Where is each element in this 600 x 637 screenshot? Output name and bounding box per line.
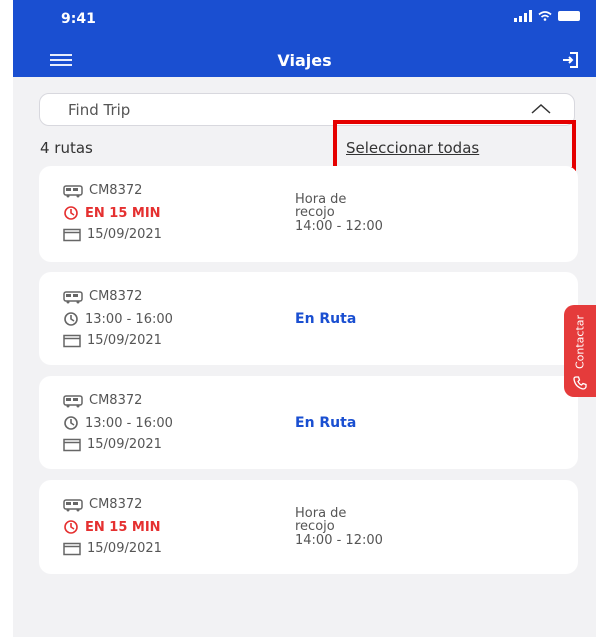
calendar-icon [63, 228, 81, 241]
status-icons [514, 10, 580, 22]
clock-icon [64, 416, 78, 430]
contact-label: Contactar [573, 314, 587, 369]
highlight-box [333, 120, 576, 171]
clock-icon [64, 520, 78, 534]
pickup-label: Hora de recojo [295, 192, 347, 220]
trip-code-row: CM8372 [63, 289, 142, 304]
trip-code: CM8372 [89, 393, 143, 408]
chevron-up-icon[interactable] [530, 103, 552, 115]
bus-icon [63, 394, 83, 407]
trip-card[interactable]: CM8372 EN 15 MIN 15/09/2021 Hora de reco… [39, 480, 578, 574]
bus-icon [63, 290, 83, 303]
trip-date: 15/09/2021 [87, 437, 162, 452]
trip-card[interactable]: CM8372 13:00 - 16:00 15/09/2021 En Ruta [39, 272, 578, 365]
trip-card[interactable]: CM8372 13:00 - 16:00 15/09/2021 En Ruta [39, 376, 578, 469]
pickup-time: 14:00 - 12:00 [295, 533, 383, 548]
contact-button[interactable]: Contactar [564, 305, 596, 397]
trip-status: En Ruta [295, 311, 357, 327]
trip-status: En Ruta [295, 415, 357, 431]
app-screen: 9:41 Viajes Find Trip 4 rutas Selecciona… [13, 0, 596, 637]
trip-date-row: 15/09/2021 [63, 227, 162, 242]
search-placeholder: Find Trip [68, 101, 131, 119]
trip-time-row: 13:00 - 16:00 [63, 311, 173, 327]
trip-date-row: 15/09/2021 [63, 541, 162, 556]
page-title: Viajes [277, 51, 332, 70]
clock-icon [64, 312, 78, 326]
trip-code-row: CM8372 [63, 497, 142, 512]
wifi-icon [538, 11, 552, 21]
signal-icon [514, 10, 532, 22]
calendar-icon [63, 542, 81, 555]
trip-date: 15/09/2021 [87, 333, 162, 348]
trip-date: 15/09/2021 [87, 227, 162, 242]
calendar-icon [63, 438, 81, 451]
bus-icon [63, 498, 83, 511]
trip-date-row: 15/09/2021 [63, 437, 162, 452]
trip-code-row: CM8372 [63, 393, 142, 408]
trip-card[interactable]: CM8372 EN 15 MIN 15/09/2021 Hora de reco… [39, 166, 578, 262]
trip-code: CM8372 [89, 497, 143, 512]
app-header: 9:41 Viajes [13, 0, 596, 77]
phone-icon [573, 376, 587, 390]
trip-time-row: EN 15 MIN [63, 519, 161, 535]
pickup-label: Hora de recojo [295, 506, 347, 534]
trip-time: EN 15 MIN [85, 205, 161, 221]
trip-code: CM8372 [89, 183, 143, 198]
trip-date: 15/09/2021 [87, 541, 162, 556]
trip-time-row: 13:00 - 16:00 [63, 415, 173, 431]
route-count: 4 rutas [40, 139, 93, 157]
trip-code-row: CM8372 [63, 183, 142, 198]
trip-time: EN 15 MIN [85, 519, 161, 535]
logout-icon[interactable] [560, 50, 580, 70]
trip-time: 13:00 - 16:00 [85, 415, 173, 431]
pickup-time: 14:00 - 12:00 [295, 219, 383, 234]
battery-icon [558, 11, 580, 21]
bus-icon [63, 184, 83, 197]
status-time: 9:41 [61, 11, 96, 27]
trip-time: 13:00 - 16:00 [85, 311, 173, 327]
trip-time-row: EN 15 MIN [63, 205, 161, 221]
trip-code: CM8372 [89, 289, 143, 304]
clock-icon [64, 206, 78, 220]
calendar-icon [63, 334, 81, 347]
trip-date-row: 15/09/2021 [63, 333, 162, 348]
